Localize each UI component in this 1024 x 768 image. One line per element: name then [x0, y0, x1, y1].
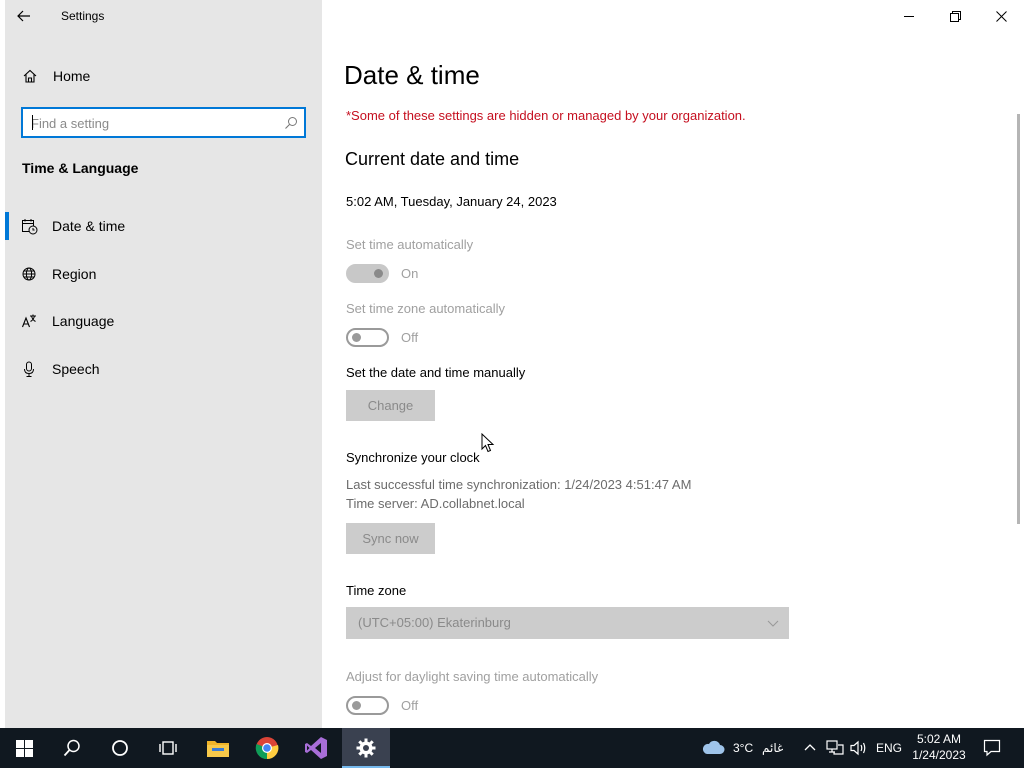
settings-content: Date & time *Some of these settings are … [322, 0, 1024, 728]
time-zone-dropdown[interactable]: (UTC+05:00) Ekaterinburg [346, 607, 789, 639]
cloud-weather-icon[interactable] [701, 739, 725, 755]
minimize-button[interactable] [886, 0, 932, 32]
task-view-icon [159, 741, 177, 755]
last-sync-text: Last successful time synchronization: 1/… [346, 477, 692, 492]
back-button[interactable] [12, 4, 36, 28]
toggle-knob [352, 701, 361, 710]
sidebar-item-label: Date & time [52, 218, 126, 234]
sidebar-item-speech[interactable]: Speech [5, 351, 322, 387]
sidebar-item-label: Home [53, 68, 91, 84]
file-explorer-button[interactable] [194, 728, 242, 768]
folder-icon [207, 741, 229, 757]
restore-icon [949, 10, 961, 22]
settings-taskbar-button[interactable] [342, 728, 390, 768]
close-icon [995, 10, 1007, 22]
set-time-auto-state: On [401, 266, 419, 281]
volume-icon[interactable] [850, 740, 868, 756]
window-controls [886, 0, 1024, 32]
set-manually-label: Set the date and time manually [346, 365, 526, 380]
title-bar: Settings [0, 0, 322, 32]
clock-time: 5:02 AM [916, 732, 962, 746]
chevron-up-icon[interactable] [804, 742, 816, 752]
weather-temperature[interactable]: 3°C [733, 741, 753, 755]
weather-condition[interactable]: غائم [762, 741, 783, 755]
search-field[interactable] [21, 107, 306, 138]
change-button[interactable]: Change [346, 390, 435, 421]
time-zone-label: Time zone [346, 583, 407, 598]
toggle-knob [352, 333, 361, 342]
clock-date: 1/24/2023 [912, 748, 966, 762]
cortana-circle-icon [112, 740, 128, 756]
taskbar-clock[interactable]: 5:02 AM 1/24/2023 [906, 731, 972, 763]
input-language-indicator[interactable]: ENG [876, 741, 902, 755]
set-time-auto-label: Set time automatically [346, 237, 474, 252]
taskbar: 3°C غائم ENG 5:02 AM 1/24/2023 [0, 728, 1024, 768]
minimize-icon [903, 15, 914, 17]
close-button[interactable] [978, 0, 1024, 32]
text-caret [32, 115, 33, 130]
search-input[interactable] [31, 114, 271, 132]
time-zone-value: (UTC+05:00) Ekaterinburg [358, 615, 511, 630]
toggle-knob [374, 269, 383, 278]
start-button[interactable] [0, 728, 48, 768]
organization-notice: *Some of these settings are hidden or ma… [346, 108, 746, 123]
sidebar-item-language[interactable]: Language [5, 303, 322, 339]
dst-auto-state: Off [401, 698, 419, 713]
back-arrow-icon [17, 10, 30, 22]
set-timezone-auto-state: Off [401, 330, 419, 345]
search-icon [63, 739, 80, 757]
microphone-icon [24, 361, 34, 377]
cortana-button[interactable] [96, 728, 144, 768]
chevron-down-icon [767, 620, 779, 627]
home-icon [23, 69, 37, 83]
sidebar-item-region[interactable]: Region [5, 256, 322, 292]
sidebar-item-label: Speech [52, 361, 100, 377]
current-date-time-value: 5:02 AM, Tuesday, January 24, 2023 [346, 194, 557, 209]
vertical-scrollbar[interactable] [1017, 114, 1020, 524]
windows-logo-icon [15, 739, 33, 757]
sidebar-item-date-time[interactable]: Date & time [5, 208, 322, 244]
time-server-text: Time server: AD.collabnet.local [346, 496, 525, 511]
dst-auto-toggle[interactable] [346, 696, 389, 715]
language-icon [21, 314, 36, 328]
notification-center-icon[interactable] [983, 739, 1001, 757]
sidebar-item-home[interactable]: Home [5, 62, 322, 90]
restore-button[interactable] [932, 0, 978, 32]
dst-auto-label: Adjust for daylight saving time automati… [346, 669, 599, 684]
app-title: Settings [61, 9, 105, 23]
sidebar-section-title: Time & Language [22, 160, 139, 176]
search-icon[interactable] [284, 116, 298, 130]
set-timezone-auto-label: Set time zone automatically [346, 301, 505, 316]
visual-studio-button[interactable] [292, 728, 340, 768]
globe-icon [22, 267, 36, 281]
taskbar-search-button[interactable] [48, 728, 96, 768]
visual-studio-icon [305, 737, 327, 759]
chrome-button[interactable] [243, 728, 291, 768]
sidebar-item-label: Language [52, 313, 115, 329]
network-icon[interactable] [826, 740, 844, 756]
task-view-button[interactable] [144, 728, 192, 768]
mouse-pointer-icon [481, 433, 495, 453]
chrome-icon [255, 737, 279, 760]
sync-now-button[interactable]: Sync now [346, 523, 435, 554]
page-title: Date & time [344, 60, 480, 90]
set-timezone-auto-toggle[interactable] [346, 328, 389, 347]
sync-clock-heading: Synchronize your clock [346, 450, 480, 465]
settings-sidebar: Settings Home Time & Language Date & tim… [0, 0, 322, 728]
selection-indicator [5, 212, 9, 240]
sidebar-item-label: Region [52, 266, 97, 282]
gear-icon [356, 738, 376, 758]
calendar-clock-icon [22, 219, 38, 235]
set-time-auto-toggle[interactable] [346, 264, 389, 283]
current-date-time-heading: Current date and time [345, 149, 520, 169]
